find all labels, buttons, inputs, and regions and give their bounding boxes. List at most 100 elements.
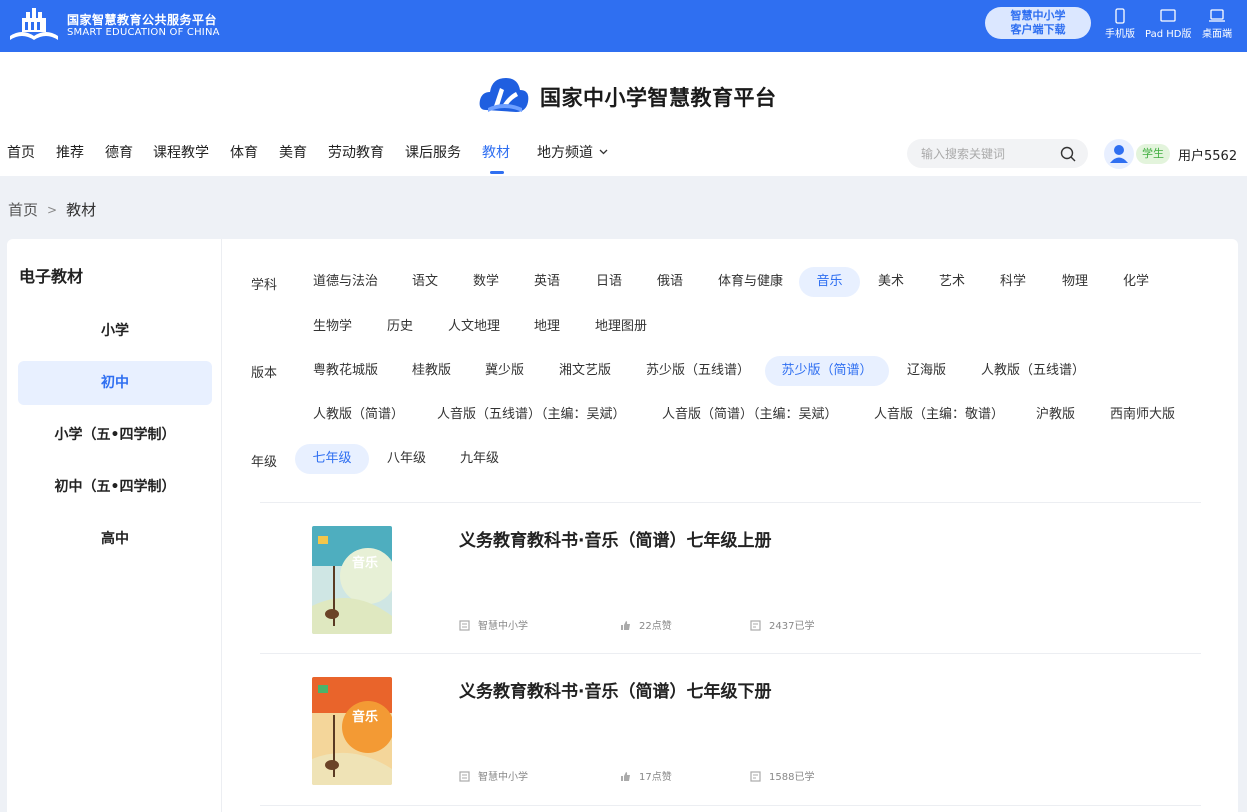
- list-divider: [260, 502, 1201, 503]
- sidebar-item-primary[interactable]: 小学: [18, 309, 212, 353]
- subject-chip[interactable]: 日语: [596, 267, 622, 297]
- subject-chip[interactable]: 道德与法治: [313, 267, 378, 297]
- subject-chip-selected[interactable]: 音乐: [799, 267, 860, 297]
- client-download-button[interactable]: 智慧中小学 客户端下载: [985, 7, 1091, 39]
- book-learners: 2437已学: [750, 617, 814, 632]
- tablet-icon: [1160, 9, 1176, 22]
- smart-education-logo-icon[interactable]: [478, 70, 530, 118]
- book-cover-image[interactable]: 音乐: [312, 677, 392, 785]
- nav-item-after-school[interactable]: 课后服务: [405, 142, 461, 162]
- edition-chip-selected[interactable]: 苏少版（简谱）: [765, 356, 889, 386]
- subject-chip[interactable]: 人文地理: [448, 312, 500, 342]
- edition-chip[interactable]: 冀少版: [485, 356, 524, 386]
- nav-item-arts[interactable]: 美育: [279, 142, 307, 162]
- book-learners: 1588已学: [750, 768, 814, 783]
- cover-title-text: 音乐: [352, 555, 378, 571]
- desktop-version-link[interactable]: 桌面端: [1202, 8, 1232, 40]
- platform-title: 国家中小学智慧教育平台: [540, 86, 777, 110]
- grade-chip-selected[interactable]: 七年级: [295, 444, 369, 474]
- brand-name-en: SMART EDUCATION OF CHINA: [67, 27, 220, 38]
- subject-chip[interactable]: 体育与健康: [718, 267, 783, 297]
- breadcrumb-home[interactable]: 首页: [8, 201, 38, 219]
- sidebar-item-senior[interactable]: 高中: [18, 517, 212, 561]
- subject-chip[interactable]: 美术: [878, 267, 904, 297]
- brand-name-cn: 国家智慧教育公共服务平台: [67, 13, 218, 27]
- subject-chip[interactable]: 化学: [1123, 267, 1149, 297]
- grade-chip[interactable]: 九年级: [460, 444, 499, 474]
- subject-chip[interactable]: 物理: [1062, 267, 1088, 297]
- search-icon[interactable]: [1060, 146, 1076, 162]
- sidebar-item-junior[interactable]: 初中: [18, 361, 212, 405]
- publisher-name: 智慧中小学: [478, 772, 528, 783]
- edition-filter-label: 版本: [251, 366, 278, 381]
- avatar[interactable]: [1104, 139, 1134, 169]
- sidebar-item-primary-54[interactable]: 小学（五•四学制）: [18, 413, 212, 457]
- subject-filter-label: 学科: [251, 278, 278, 293]
- list-divider: [260, 805, 1201, 806]
- nav-item-textbooks[interactable]: 教材: [482, 142, 510, 162]
- nav-item-local-channels[interactable]: 地方频道: [537, 142, 608, 162]
- subject-chip[interactable]: 历史: [387, 312, 413, 342]
- subject-chip[interactable]: 地理图册: [595, 312, 647, 342]
- nav-item-sports[interactable]: 体育: [230, 142, 258, 162]
- cover-title-text: 音乐: [352, 709, 378, 725]
- breadcrumb-current: 教材: [66, 201, 97, 219]
- learned-icon: [750, 620, 761, 631]
- laptop-icon: [1209, 9, 1225, 22]
- edition-chip[interactable]: 桂教版: [412, 356, 451, 386]
- grade-chip[interactable]: 八年级: [387, 444, 426, 474]
- building-icon: [459, 620, 470, 631]
- nav-local-label: 地方频道: [537, 145, 593, 161]
- likes-count: 17点赞: [639, 772, 672, 783]
- top-bar: 国家智慧教育公共服务平台 SMART EDUCATION OF CHINA 智慧…: [0, 0, 1247, 52]
- book-title[interactable]: 义务教育教科书·音乐（简谱）七年级上册: [459, 526, 771, 551]
- edition-chip[interactable]: 苏少版（五线谱）: [646, 356, 750, 386]
- breadcrumb: 首页 > 教材: [8, 199, 96, 220]
- book-cover-image[interactable]: 音乐: [312, 526, 392, 634]
- edition-chip[interactable]: 沪教版: [1036, 400, 1075, 430]
- subject-chip[interactable]: 生物学: [313, 312, 352, 342]
- sidebar-title: 电子教材: [19, 267, 84, 286]
- edition-chip[interactable]: 人音版（简谱）（主编：吴斌）: [662, 400, 838, 430]
- nav-active-indicator: [490, 171, 504, 174]
- nav-item-courses[interactable]: 课程教学: [153, 142, 209, 162]
- subject-chip[interactable]: 地理: [534, 312, 560, 342]
- search-box: [907, 139, 1088, 168]
- book-likes: 22点赞: [620, 617, 672, 632]
- device-label-pad: Pad HD版: [1145, 29, 1192, 40]
- subject-chip[interactable]: 语文: [412, 267, 438, 297]
- edition-chip[interactable]: 人教版（五线谱）: [981, 356, 1085, 386]
- publisher-name: 智慧中小学: [478, 621, 528, 632]
- list-divider: [260, 653, 1201, 654]
- book-title[interactable]: 义务教育教科书·音乐（简谱）七年级下册: [459, 677, 771, 702]
- sidebar-item-junior-54[interactable]: 初中（五•四学制）: [18, 465, 212, 509]
- nav-item-recommend[interactable]: 推荐: [56, 142, 84, 162]
- nav-item-labor[interactable]: 劳动教育: [328, 142, 384, 162]
- subject-chip[interactable]: 数学: [473, 267, 499, 297]
- likes-count: 22点赞: [639, 621, 672, 632]
- chevron-down-icon: [599, 149, 608, 155]
- subject-chip[interactable]: 英语: [534, 267, 560, 297]
- edition-chip[interactable]: 西南师大版: [1110, 400, 1175, 430]
- edition-chip[interactable]: 人教版（简谱）: [313, 400, 404, 430]
- search-input[interactable]: [921, 144, 1051, 163]
- grade-filter-label: 年级: [251, 455, 278, 470]
- subject-chip[interactable]: 俄语: [657, 267, 683, 297]
- edition-chip[interactable]: 人音版（主编：敬谱）: [874, 400, 1004, 430]
- nav-item-home[interactable]: 首页: [7, 142, 35, 162]
- edition-chip[interactable]: 辽海版: [907, 356, 946, 386]
- list-item[interactable]: 音乐 义务教育教科书·音乐（简谱）七年级上册 智慧中小学 22点赞 2437已学: [260, 504, 1201, 654]
- edition-chip[interactable]: 人音版（五线谱）（主编：吴斌）: [437, 400, 626, 430]
- pad-version-link[interactable]: Pad HD版: [1145, 8, 1191, 40]
- edition-chip[interactable]: 湘文艺版: [559, 356, 611, 386]
- platform-logo-icon[interactable]: [8, 6, 60, 42]
- book-likes: 17点赞: [620, 768, 672, 783]
- thumbs-up-icon: [621, 621, 630, 630]
- mobile-version-link[interactable]: 手机版: [1105, 8, 1135, 40]
- nav-item-moral[interactable]: 德育: [105, 142, 133, 162]
- list-item[interactable]: 音乐 义务教育教科书·音乐（简谱）七年级下册 智慧中小学 17点赞 1588已学: [260, 655, 1201, 805]
- subject-chip[interactable]: 科学: [1000, 267, 1026, 297]
- subject-chip[interactable]: 艺术: [939, 267, 965, 297]
- username[interactable]: 用户5562: [1178, 145, 1237, 164]
- edition-chip[interactable]: 粤教花城版: [313, 356, 378, 386]
